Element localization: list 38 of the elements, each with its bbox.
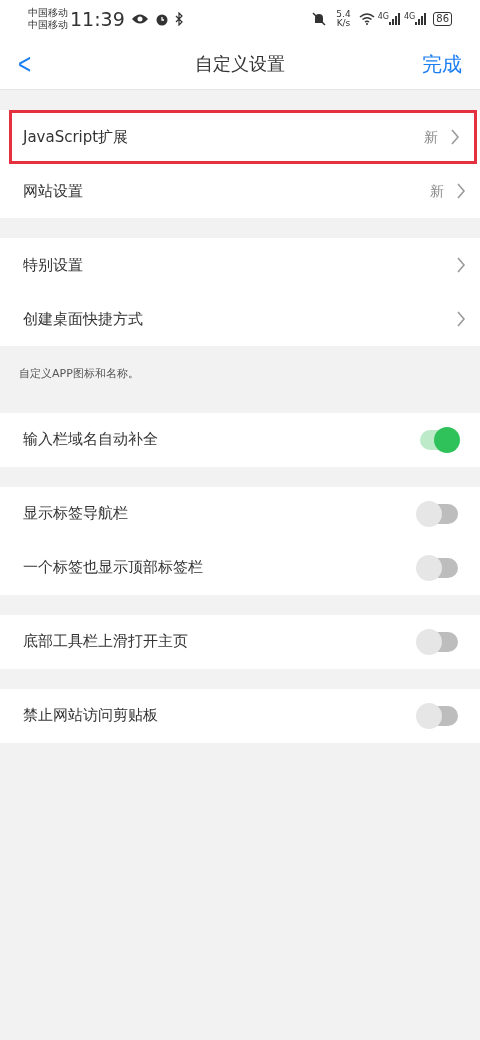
setting-label: 特别设置 <box>23 254 84 276</box>
eye-icon <box>130 13 149 25</box>
section-note: 自定义APP图标和名称。 <box>18 366 140 382</box>
setting-label: 一个标签也显示顶部标签栏 <box>23 557 204 579</box>
speed-value: 5.4 <box>336 10 351 19</box>
network-type: 4G <box>403 13 416 21</box>
alarm-icon <box>154 12 169 26</box>
network-type: 4G <box>377 13 389 21</box>
clock: 11:39 <box>70 6 125 32</box>
new-label: 新 <box>430 181 444 201</box>
speed-unit: K/s <box>336 19 351 28</box>
signal-icon <box>415 13 428 25</box>
settings-row[interactable]: 创建桌面快捷方式 <box>0 292 480 346</box>
done-button[interactable]: 完成 <box>412 48 462 79</box>
setting-label: 禁止网站访问剪贴板 <box>23 705 159 727</box>
battery-indicator: 86 <box>433 12 452 26</box>
settings-row[interactable]: 网站设置 新 <box>0 164 480 218</box>
page-title: 自定义设置 <box>194 52 286 76</box>
setting-label: 创建桌面快捷方式 <box>23 308 144 330</box>
back-button[interactable]: < <box>18 48 56 79</box>
chevron-right-icon <box>456 182 466 200</box>
setting-label: 显示标签导航栏 <box>23 503 129 525</box>
carrier-label: 中国移动 <box>28 19 68 31</box>
wifi-icon <box>358 13 375 25</box>
chevron-right-icon <box>456 256 466 274</box>
setting-label: JavaScript扩展 <box>23 126 130 148</box>
carrier-label: 中国移动 <box>28 7 68 19</box>
bluetooth-icon <box>174 12 183 26</box>
setting-label: 输入栏域名自动补全 <box>23 429 159 451</box>
settings-row[interactable]: JavaScript扩展 新 <box>9 110 477 164</box>
setting-label: 底部工具栏上滑打开主页 <box>23 631 189 653</box>
chevron-right-icon <box>456 310 466 328</box>
setting-label: 网站设置 <box>23 180 84 202</box>
chevron-right-icon <box>450 128 460 146</box>
signal-icon <box>388 13 401 25</box>
toggle-switch[interactable] <box>420 429 458 450</box>
new-label: 新 <box>424 127 438 147</box>
settings-row[interactable]: 特别设置 <box>0 238 480 292</box>
